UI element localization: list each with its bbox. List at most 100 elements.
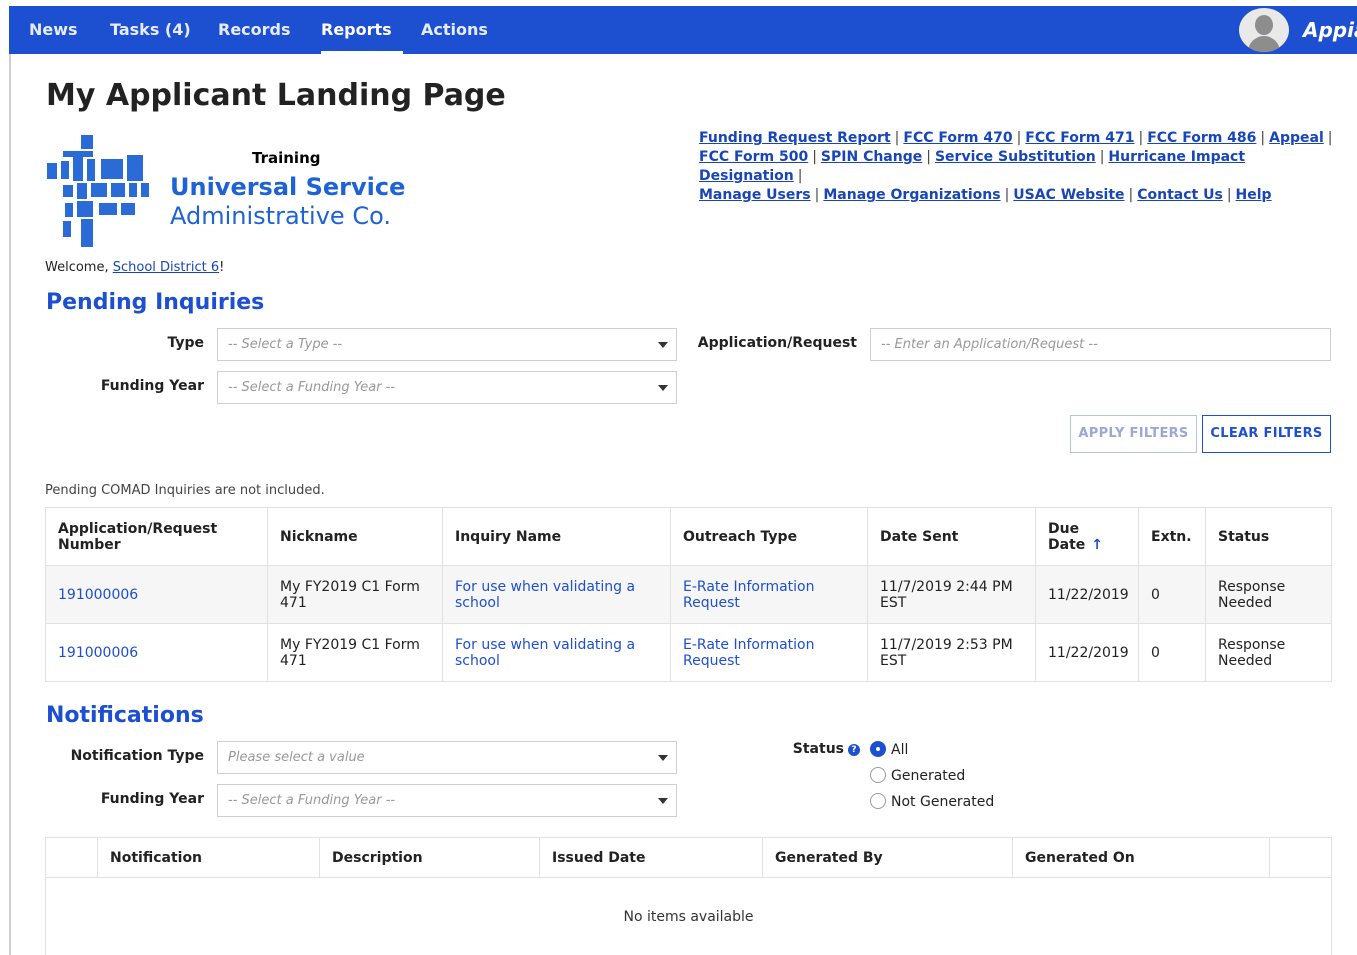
col-date-sent[interactable]: Date Sent: [867, 507, 1036, 566]
logo-training-label: Training: [252, 149, 321, 167]
nav-tasks[interactable]: Tasks (4): [110, 6, 191, 54]
nav-reports[interactable]: Reports: [321, 6, 392, 54]
link-help[interactable]: Help: [1236, 187, 1272, 203]
extension-cell: 0: [1138, 623, 1206, 682]
outreach-type-link[interactable]: E-Rate Information Request: [683, 637, 815, 669]
empty-row: No items available: [45, 877, 1332, 955]
col-outreach-type[interactable]: Outreach Type: [670, 507, 868, 566]
notification-type-select[interactable]: Please select a value: [217, 741, 677, 774]
link-fcc-form-486[interactable]: FCC Form 486: [1147, 130, 1256, 146]
link-fcc-form-471[interactable]: FCC Form 471: [1025, 130, 1134, 146]
date-sent-cell: 11/7/2019 2:44 PM EST: [867, 565, 1036, 624]
status-option-all[interactable]: All: [870, 741, 908, 759]
link-manage-users[interactable]: Manage Users: [699, 187, 811, 203]
notifications-title: Notifications: [46, 703, 204, 728]
table-row: 191000006 My FY2019 C1 Form 471 For use …: [45, 565, 1332, 624]
col-generated-on[interactable]: Generated On: [1012, 837, 1270, 878]
type-select[interactable]: -- Select a Type --: [217, 328, 677, 361]
col-status[interactable]: Status: [1205, 507, 1332, 566]
status-option-generated[interactable]: Generated: [870, 767, 965, 785]
col-actions: [1269, 837, 1332, 878]
empty-message: No items available: [45, 877, 1332, 955]
link-fcc-form-470[interactable]: FCC Form 470: [903, 130, 1012, 146]
page-title: My Applicant Landing Page: [46, 78, 506, 113]
avatar-body-shape: [1248, 36, 1280, 52]
link-spin-change[interactable]: SPIN Change: [821, 149, 922, 165]
col-generated-by[interactable]: Generated By: [762, 837, 1013, 878]
notification-funding-year-label: Funding Year: [100, 791, 204, 807]
notification-funding-year-select[interactable]: -- Select a Funding Year --: [217, 784, 677, 817]
notification-type-label: Notification Type: [70, 748, 204, 764]
help-icon[interactable]: ?: [848, 744, 860, 756]
usac-logo-icon: [45, 133, 165, 253]
date-sent-cell: 11/7/2019 2:53 PM EST: [867, 623, 1036, 682]
status-option-label: All: [891, 742, 909, 758]
type-label: Type: [167, 335, 204, 351]
welcome-prefix: Welcome,: [45, 260, 113, 275]
col-extension[interactable]: Extn.: [1138, 507, 1206, 566]
notification-funding-year-select-value: -- Select a Funding Year --: [228, 793, 396, 808]
user-avatar[interactable]: [1239, 8, 1289, 52]
status-cell: Response Needed: [1205, 565, 1332, 624]
nav-news[interactable]: News: [29, 6, 78, 54]
col-application-number[interactable]: Application/Request Number: [45, 507, 268, 566]
col-due-date-label: Due Date: [1048, 520, 1086, 553]
notification-type-select-value: Please select a value: [228, 750, 365, 765]
chevron-down-icon: [658, 385, 668, 391]
clear-filters-button[interactable]: CLEAR FILTERS: [1202, 415, 1331, 453]
radio-unchecked-icon[interactable]: [870, 793, 886, 809]
col-inquiry-name[interactable]: Inquiry Name: [442, 507, 671, 566]
nav-actions[interactable]: Actions: [421, 6, 488, 54]
chevron-down-icon: [658, 342, 668, 348]
logo-name-line1: Universal Service: [170, 173, 406, 201]
inquiry-name-link[interactable]: For use when validating a school: [455, 579, 635, 611]
nickname-cell: My FY2019 C1 Form 471: [267, 565, 443, 624]
status-cell: Response Needed: [1205, 623, 1332, 682]
due-date-cell: 11/22/2019: [1035, 623, 1139, 682]
pending-inquiries-title: Pending Inquiries: [46, 290, 265, 315]
col-notification[interactable]: Notification: [97, 837, 320, 878]
col-due-date[interactable]: Due Date ↑: [1035, 507, 1139, 566]
status-option-label: Not Generated: [891, 794, 995, 810]
pending-note: Pending COMAD Inquiries are not included…: [45, 483, 325, 498]
col-nickname[interactable]: Nickname: [267, 507, 443, 566]
link-fcc-form-500[interactable]: FCC Form 500: [699, 149, 808, 165]
radio-unchecked-icon[interactable]: [870, 767, 886, 783]
link-service-substitution[interactable]: Service Substitution: [935, 149, 1096, 165]
nav-records[interactable]: Records: [218, 6, 291, 54]
radio-checked-icon[interactable]: [870, 741, 886, 757]
application-request-input[interactable]: -- Enter an Application/Request --: [870, 328, 1331, 361]
link-contact-us[interactable]: Contact Us: [1137, 187, 1223, 203]
welcome-suffix: !: [219, 260, 225, 275]
link-usac-website[interactable]: USAC Website: [1013, 187, 1124, 203]
due-date-cell: 11/22/2019: [1035, 565, 1139, 624]
col-description[interactable]: Description: [319, 837, 540, 878]
apply-filters-button[interactable]: APPLY FILTERS: [1070, 415, 1197, 453]
link-manage-organizations[interactable]: Manage Organizations: [823, 187, 1000, 203]
welcome-user-link[interactable]: School District 6: [113, 260, 219, 275]
application-request-label: Application/Request: [697, 335, 857, 351]
brand-logo[interactable]: Appian: [1303, 6, 1357, 54]
logo-name-line2: Administrative Co.: [170, 202, 391, 230]
funding-year-label: Funding Year: [100, 378, 204, 394]
col-issued-date[interactable]: Issued Date: [539, 837, 763, 878]
chevron-down-icon: [658, 755, 668, 761]
avatar-head-shape: [1255, 15, 1273, 35]
col-select: [45, 837, 98, 878]
link-appeal[interactable]: Appeal: [1269, 130, 1324, 146]
notifications-table: Notification Description Issued Date Gen…: [45, 837, 1332, 955]
application-request-placeholder: -- Enter an Application/Request --: [881, 337, 1098, 352]
status-filter-label: Status?: [770, 741, 860, 757]
funding-year-select[interactable]: -- Select a Funding Year --: [217, 371, 677, 404]
status-option-not-generated[interactable]: Not Generated: [870, 793, 994, 811]
inquiry-name-link[interactable]: For use when validating a school: [455, 637, 635, 669]
chevron-down-icon: [658, 798, 668, 804]
application-number-link[interactable]: 191000006: [58, 587, 138, 603]
table-header-row: Application/Request Number Nickname Inqu…: [45, 507, 1332, 566]
application-number-link[interactable]: 191000006: [58, 645, 138, 661]
link-funding-request-report[interactable]: Funding Request Report: [699, 130, 891, 146]
pending-inquiries-table: Application/Request Number Nickname Inqu…: [45, 507, 1332, 682]
outreach-type-link[interactable]: E-Rate Information Request: [683, 579, 815, 611]
table-header-row: Notification Description Issued Date Gen…: [45, 837, 1332, 878]
quick-links: Funding Request Report | FCC Form 470 | FCC …: [699, 130, 1333, 203]
